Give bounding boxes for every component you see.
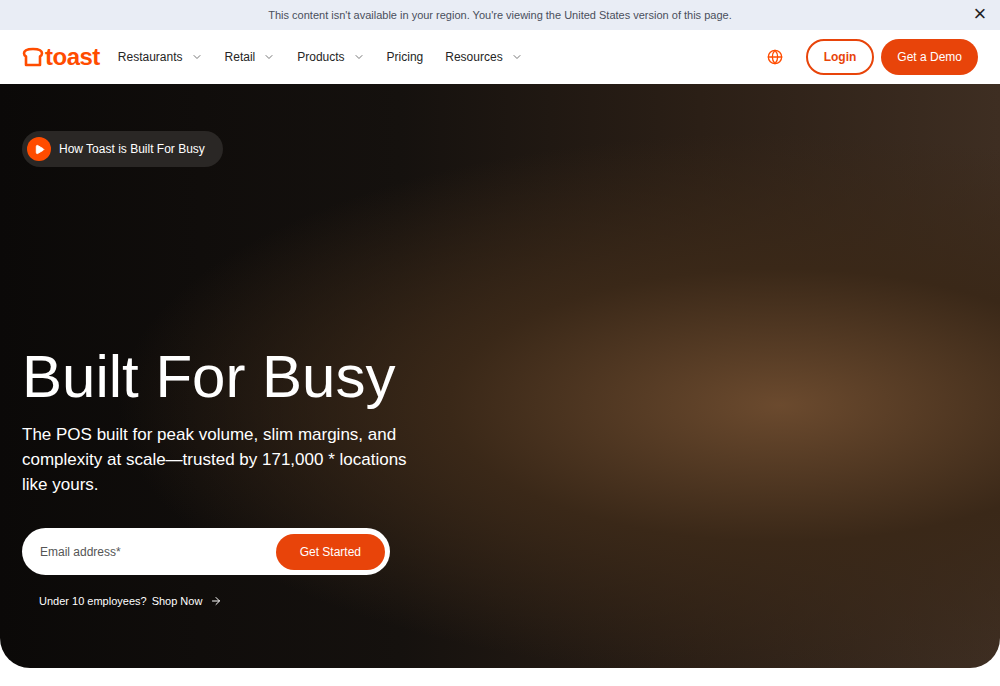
banner-text: This content isn't available in your reg…	[0, 7, 1000, 24]
toast-logo-icon	[22, 47, 44, 67]
shop-now-link[interactable]: Shop Now	[152, 593, 223, 610]
hero: How Toast is Built For Busy Built For Bus…	[0, 84, 1000, 668]
hero-subheading: The POS built for peak volume, slim marg…	[22, 422, 407, 497]
nav-item[interactable]: Pricing	[387, 48, 424, 66]
chevron-down-icon	[511, 51, 523, 63]
login-button[interactable]: Login	[806, 39, 875, 75]
hero-heading: Built For Busy	[22, 342, 395, 412]
logo[interactable]: toast	[22, 45, 100, 69]
nav-menu: Restaurants Retail Products Pricing Resource…	[118, 48, 523, 66]
nav-item[interactable]: Products	[297, 48, 364, 66]
small-business-link: Under 10 employees?Shop Now	[39, 593, 222, 610]
arrow-right-icon	[210, 595, 222, 607]
get-started-button[interactable]: Get Started	[276, 534, 385, 570]
chevron-down-icon	[191, 51, 203, 63]
globe-icon[interactable]	[767, 49, 783, 65]
play-icon	[27, 137, 51, 161]
region-banner: This content isn't available in your reg…	[0, 0, 1000, 30]
chevron-down-icon	[353, 51, 365, 63]
banner-close-button[interactable]: ×	[968, 2, 992, 26]
chevron-down-icon	[263, 51, 275, 63]
page: This content isn't available in your reg…	[0, 0, 1000, 686]
nav-item[interactable]: Retail	[225, 48, 276, 66]
nav-item[interactable]: Restaurants	[118, 48, 203, 66]
demo-button[interactable]: Get a Demo	[881, 39, 978, 75]
nav-item[interactable]: Resources	[445, 48, 522, 66]
video-pill[interactable]: How Toast is Built For Busy	[22, 131, 223, 167]
nav-bar: toastRestaurantsRetailProductsPricingRes…	[0, 30, 1000, 84]
email-input[interactable]	[40, 543, 268, 561]
email-form: Get Started	[22, 528, 390, 575]
